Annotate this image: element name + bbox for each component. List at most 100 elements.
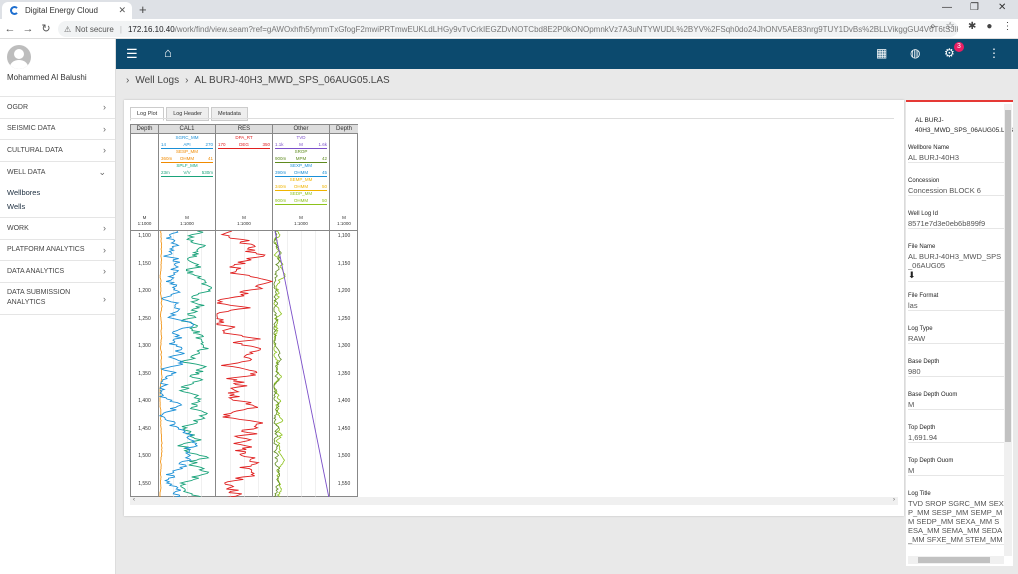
grid-icon[interactable]: ▦ xyxy=(876,46,887,60)
depth-tick-label: 1,100 xyxy=(138,233,151,239)
cal1-track: CAL1 SGRC_MM 14 API 270 SESP_MM 360m OHMM 41 S… xyxy=(158,125,216,498)
metadata-label: File Name xyxy=(908,244,936,250)
restore-icon[interactable]: ❐ xyxy=(970,2,979,13)
depth-tick-label: 1,500 xyxy=(138,453,151,459)
metadata-field: Concession Concession BLOCK 6 xyxy=(908,178,1004,196)
metadata-horizontal-scrollbar[interactable] xyxy=(908,556,1004,564)
curve-legend: SEXP_MM 390m OHMM 45 xyxy=(275,163,327,177)
metadata-field: Base Depth Ouom M xyxy=(908,392,1004,410)
cal1-curves xyxy=(158,230,215,498)
metadata-value: M xyxy=(908,400,915,409)
hamburger-menu-icon[interactable]: ☰ xyxy=(126,46,138,62)
sidebar-item-label: SEISMIC DATA xyxy=(7,125,56,133)
sidebar-item-data-submission-analytics[interactable]: DATA SUBMISSION ANALYTICS › xyxy=(0,283,115,315)
metadata-field: Top Depth 1,691.94 xyxy=(908,425,1004,443)
sidebar-item-well-data[interactable]: WELL DATA ⌄ xyxy=(0,162,115,184)
address-bar[interactable]: ⚠ Not secure | 172.16.10.40 /work/find/v… xyxy=(58,21,958,37)
app-header: ☰ ⌂ ▦ ◍ ⚙ 3 ⋮ xyxy=(116,39,1018,69)
globe-icon[interactable]: ◍ xyxy=(910,46,920,60)
depth-tick-label: 1,300 xyxy=(337,343,351,349)
zoom-icon[interactable]: ⌕ xyxy=(930,21,936,32)
new-tab-icon[interactable]: + xyxy=(139,2,147,17)
metadata-field: Base Depth 980 xyxy=(908,359,1004,377)
close-window-icon[interactable]: ✕ xyxy=(998,2,1006,13)
log-viewer-card: Log Plot Log Header Metadata Depth M 1:10… xyxy=(124,100,904,516)
chevron-down-icon: ⌄ xyxy=(98,166,106,177)
profile-icon[interactable]: ● xyxy=(986,21,992,32)
chevron-right-icon: › xyxy=(103,102,106,112)
sidebar-item-label: DATA ANALYTICS xyxy=(7,267,65,275)
scrollbar-thumb[interactable] xyxy=(918,557,990,563)
chevron-right-icon: › xyxy=(103,266,106,276)
home-icon[interactable]: ⌂ xyxy=(164,45,172,60)
extensions-icon[interactable]: ✱ xyxy=(968,21,976,32)
url-path: /work/find/view.seam?ref=gAWOxhfh5fymmTx… xyxy=(174,24,958,34)
track-legend: DPA_RT 170 DEG 350 xyxy=(216,135,272,149)
other-curves xyxy=(273,230,330,499)
sidebar-item-work[interactable]: WORK › xyxy=(0,218,115,240)
res-curves xyxy=(216,230,274,498)
metadata-label: File Format xyxy=(908,293,939,299)
browser-actions: ✱ ● ⋮ xyxy=(968,21,1012,32)
browser-tab[interactable]: Digital Energy Cloud ✕ xyxy=(2,2,132,19)
sidebar-item-seismic-data[interactable]: SEISMIC DATA › xyxy=(0,119,115,140)
separator: | xyxy=(119,24,122,34)
scrollbar-thumb[interactable] xyxy=(1005,110,1011,442)
depth-track-left: Depth M 1:1000 1,100 1,150 1,200 1,250 1,300 1… xyxy=(131,125,159,496)
track-scale: M 1:1000 xyxy=(180,215,194,226)
chevron-right-icon: › xyxy=(103,223,106,233)
cal1-curve-plot xyxy=(158,230,213,498)
depth-axis: 1,100 1,150 1,200 1,250 1,300 1,350 1,400 1,450… xyxy=(131,230,158,497)
depth-tick-label: 1,150 xyxy=(337,260,351,267)
curve-legend: TVD 1.1k M 1.6k xyxy=(275,135,327,149)
metadata-field: Top Depth Ouom M xyxy=(908,458,1004,476)
favicon-icon xyxy=(10,6,19,15)
page-title: AL BURJ-40H3_MWD_SPS_06AUG05.LAS xyxy=(194,75,390,86)
curve-legend: SPLF_MM 23m V/V 530m xyxy=(161,163,213,177)
sidebar-item-cultural-data[interactable]: CULTURAL DATA › xyxy=(0,140,115,162)
depth-tick-label: 1,150 xyxy=(138,260,151,267)
sidebar-item-wellbores[interactable]: Wellbores xyxy=(0,185,115,199)
depth-tick-label: 1,350 xyxy=(337,370,351,377)
browser-menu-icon[interactable]: ⋮ xyxy=(1002,21,1012,32)
forward-icon[interactable]: → xyxy=(20,23,36,35)
sidebar-item-wells[interactable]: Wells xyxy=(0,199,115,213)
sidebar-item-label: DATA SUBMISSION ANALYTICS xyxy=(7,289,71,306)
metadata-vertical-scrollbar[interactable] xyxy=(1004,104,1012,556)
chevron-right-icon: › xyxy=(185,75,189,86)
breadcrumb-well-logs[interactable]: Well Logs xyxy=(135,75,179,86)
depth-tick-label: 1,450 xyxy=(138,425,151,432)
track-legend: TVD 1.1k M 1.6k SROP 900m MPM 42 SEXP_MM 390m OH… xyxy=(273,135,329,205)
close-tab-icon[interactable]: ✕ xyxy=(118,5,126,16)
log-plot: Depth M 1:1000 1,100 1,150 1,200 1,250 1,300 1… xyxy=(130,124,358,499)
metadata-value: RAW xyxy=(908,334,926,343)
metadata-value: Concession BLOCK 6 xyxy=(908,186,981,195)
sidebar-item-ogdr[interactable]: OGDR › xyxy=(0,97,115,119)
metadata-field: File Format las xyxy=(908,293,1004,311)
reload-icon[interactable]: ↻ xyxy=(38,22,54,35)
sidebar-item-label: CULTURAL DATA xyxy=(7,146,63,154)
sidebar-item-data-analytics[interactable]: DATA ANALYTICS › xyxy=(0,261,115,283)
back-icon[interactable]: ← xyxy=(2,23,18,35)
scroll-left-icon[interactable]: ‹ xyxy=(133,497,135,503)
horizontal-scrollbar[interactable]: ‹ › xyxy=(130,497,898,505)
depth-tick-label: 1,500 xyxy=(337,453,351,459)
metadata-value: M xyxy=(908,466,915,475)
depth-tick-label: 1,400 xyxy=(337,398,351,404)
minimize-icon[interactable]: — xyxy=(942,2,952,13)
depth-track-right: Depth M 1:1000 1,100 1,150 1,200 1,250 1,300 1… xyxy=(330,125,358,496)
metadata-label: Base Depth xyxy=(908,359,940,365)
star-icon[interactable]: ☆ xyxy=(946,21,955,32)
depth-tick-label: 1,350 xyxy=(138,370,151,377)
metadata-field: Log Type RAW xyxy=(908,326,1004,344)
metadata-label: Wellbore Name xyxy=(908,145,950,151)
curve-legend: SGRC_MM 14 API 270 xyxy=(161,135,213,149)
url-host: 172.16.10.40 xyxy=(127,24,175,34)
scroll-right-icon[interactable]: › xyxy=(893,497,895,503)
more-vert-icon[interactable]: ⋮ xyxy=(988,46,1000,60)
metadata-label: Log Type xyxy=(908,326,933,332)
depth-tick-label: 1,100 xyxy=(337,233,351,239)
sidebar-item-platform-analytics[interactable]: PLATFORM ANALYTICS › xyxy=(0,240,115,261)
sgrc-mm-curve xyxy=(158,230,199,498)
download-icon[interactable]: ⬇ xyxy=(908,270,1004,281)
